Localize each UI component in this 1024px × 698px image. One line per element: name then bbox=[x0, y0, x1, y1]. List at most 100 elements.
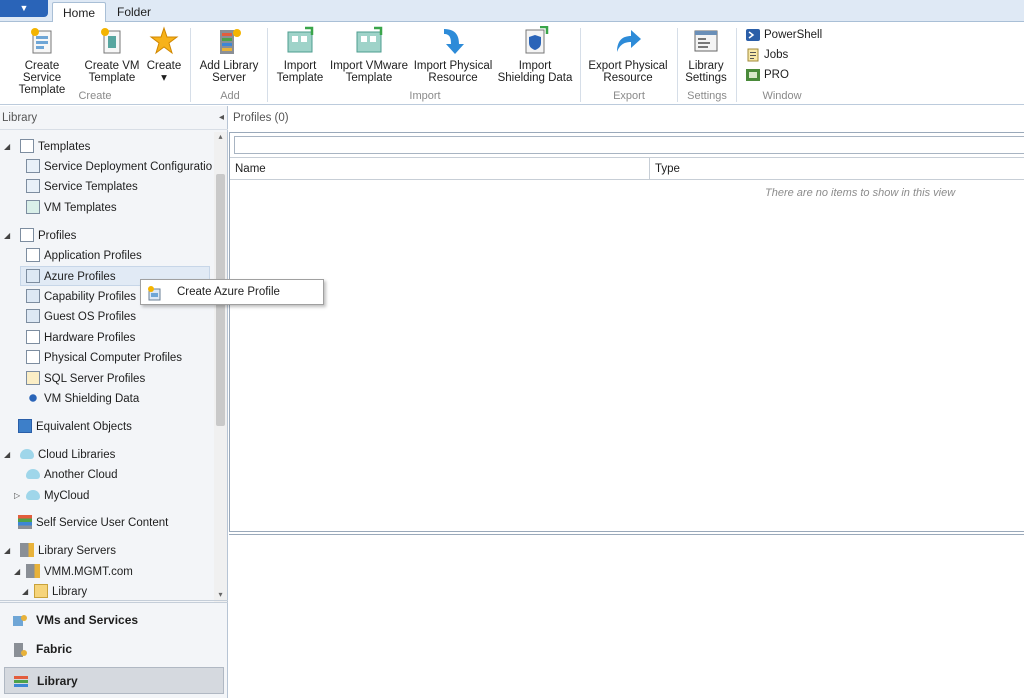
import-physical-resource-button[interactable]: Import Physical Resource bbox=[413, 26, 493, 84]
cloud-icon bbox=[26, 468, 40, 479]
pro-icon bbox=[746, 69, 760, 81]
tree-node-label: Equivalent Objects bbox=[36, 421, 132, 433]
column-header-name[interactable]: Name bbox=[230, 158, 650, 180]
tree-node-label: Another Cloud bbox=[44, 469, 118, 481]
collapse-pane-icon[interactable]: ◂ bbox=[219, 106, 224, 130]
group-separator bbox=[736, 28, 737, 102]
tree-node-service-templates[interactable]: Service Templates bbox=[26, 177, 138, 197]
import-template-icon bbox=[287, 26, 314, 53]
ribbon: Create Service Template Create VM Templa… bbox=[0, 22, 1024, 105]
tree-node-capability-profiles[interactable]: Capability Profiles bbox=[26, 287, 136, 307]
tree-node-equivalent-objects[interactable]: Equivalent Objects bbox=[18, 417, 132, 437]
collapsed-triangle-icon[interactable]: ▷ bbox=[14, 486, 22, 506]
workspace-fabric[interactable]: Fabric bbox=[4, 636, 224, 663]
file-menu-button[interactable]: ▼ bbox=[0, 0, 48, 17]
tree-node-another-cloud[interactable]: Another Cloud bbox=[26, 465, 118, 485]
tree-node-self-service-user-content[interactable]: Self Service User Content bbox=[18, 513, 168, 533]
tree-node-service-deployment-configurations[interactable]: Service Deployment Configuratio bbox=[26, 157, 212, 177]
expanded-triangle-icon[interactable]: ◢ bbox=[14, 562, 22, 582]
export-physical-resource-label-2: Resource bbox=[603, 72, 653, 84]
tree-node-label: Guest OS Profiles bbox=[44, 311, 137, 323]
tree-node-label: Self Service User Content bbox=[36, 517, 169, 529]
tree-scrollbar[interactable]: ▴ ▾ bbox=[214, 132, 227, 602]
import-template-button[interactable]: Import Template bbox=[273, 26, 327, 84]
server-icon bbox=[26, 564, 40, 578]
service-template-icon bbox=[26, 178, 40, 193]
tree-node-label: VM Shielding Data bbox=[44, 393, 140, 405]
tree-node-label: VM Templates bbox=[44, 202, 117, 214]
tree-node-physical-computer-profiles[interactable]: Physical Computer Profiles bbox=[26, 348, 182, 368]
powershell-icon bbox=[746, 29, 760, 41]
create-service-template-label-2: Template bbox=[18, 84, 66, 96]
jobs-button[interactable]: Jobs bbox=[746, 47, 788, 65]
expanded-triangle-icon[interactable]: ◢ bbox=[4, 445, 14, 465]
group-label-create: Create bbox=[78, 90, 112, 102]
shield-icon bbox=[26, 390, 40, 405]
expanded-triangle-icon[interactable]: ◢ bbox=[22, 582, 30, 602]
pro-button[interactable]: PRO bbox=[746, 67, 789, 85]
tab-folder[interactable]: Folder bbox=[107, 2, 161, 23]
tree-node-label: Profiles bbox=[38, 230, 77, 243]
create-vm-template-label-2: Template bbox=[88, 72, 136, 84]
tree-node-mycloud[interactable]: ▷ MyCloud bbox=[14, 486, 89, 506]
tree-node-library-servers[interactable]: ◢ Library Servers bbox=[4, 541, 116, 561]
profiles-grid: Name Type There are no items to show in … bbox=[229, 132, 1024, 532]
workspace-library[interactable]: Library bbox=[4, 667, 224, 694]
tree-node-label: Service Deployment Configuratio bbox=[44, 161, 213, 173]
tab-home[interactable]: Home bbox=[52, 2, 107, 23]
jobs-label: Jobs bbox=[764, 49, 789, 61]
expanded-triangle-icon[interactable]: ◢ bbox=[4, 226, 14, 246]
tree-node-guest-os-profiles[interactable]: Guest OS Profiles bbox=[26, 307, 136, 327]
library-settings-button[interactable]: Library Settings bbox=[682, 26, 730, 84]
view-title: Profiles (0) bbox=[233, 112, 289, 124]
vmm-console: ▼ Home Folder Create Service Template Cr… bbox=[0, 0, 1024, 698]
tree-node-label: Hardware Profiles bbox=[44, 332, 136, 344]
import-shielding-data-button[interactable]: Import Shielding Data bbox=[496, 26, 574, 84]
import-template-label-1: Import bbox=[283, 60, 317, 72]
tree-node-label: SQL Server Profiles bbox=[44, 373, 146, 385]
search-filter-input[interactable] bbox=[234, 136, 1024, 154]
tree-node-label: Cloud Libraries bbox=[38, 449, 116, 462]
workspace-label: VMs and Services bbox=[36, 613, 139, 627]
import-vmware-template-button[interactable]: Import VMware Template bbox=[328, 26, 410, 84]
library-settings-label-2: Settings bbox=[685, 72, 727, 84]
tree-node-vm-shielding-data[interactable]: VM Shielding Data bbox=[26, 389, 139, 409]
templates-folder-icon bbox=[20, 139, 34, 153]
tree-node-cloud-libraries[interactable]: ◢ Cloud Libraries bbox=[4, 445, 115, 465]
scroll-up-arrow-icon[interactable]: ▴ bbox=[216, 132, 225, 141]
group-label-settings: Settings bbox=[687, 90, 727, 102]
tree-node-templates[interactable]: ◢ Templates bbox=[4, 137, 90, 157]
tree-node-vmm-mgmt[interactable]: ◢ VMM.MGMT.com bbox=[14, 562, 133, 582]
tree-node-library-share[interactable]: ◢ Library bbox=[22, 582, 87, 602]
column-header-type[interactable]: Type bbox=[650, 158, 1024, 180]
vms-services-icon bbox=[13, 615, 27, 626]
tree-node-vm-templates[interactable]: VM Templates bbox=[26, 198, 117, 218]
group-label-export: Export bbox=[613, 90, 645, 102]
context-menu-item-create-azure-profile[interactable]: Create Azure Profile bbox=[177, 280, 280, 305]
navigation-pane-title: Library bbox=[2, 112, 38, 124]
expanded-triangle-icon[interactable]: ◢ bbox=[4, 541, 14, 561]
powershell-button[interactable]: PowerShell bbox=[746, 27, 822, 45]
hardware-profile-icon bbox=[26, 329, 40, 344]
tree-node-hardware-profiles[interactable]: Hardware Profiles bbox=[26, 328, 135, 348]
create-service-template-button[interactable]: Create Service Template bbox=[5, 26, 79, 96]
service-deployment-icon bbox=[26, 158, 40, 173]
expanded-triangle-icon[interactable]: ◢ bbox=[4, 137, 14, 157]
tree-node-profiles[interactable]: ◢ Profiles bbox=[4, 226, 76, 246]
tree-node-application-profiles[interactable]: Application Profiles bbox=[26, 246, 142, 266]
workspace-vms-and-services[interactable]: VMs and Services bbox=[4, 607, 224, 634]
group-separator bbox=[190, 28, 191, 102]
create-service-template-label-1: Create Service bbox=[22, 60, 62, 84]
create-vm-template-label-1: Create VM bbox=[84, 60, 140, 72]
guest-os-profile-icon bbox=[26, 308, 40, 323]
export-physical-resource-button[interactable]: Export Physical Resource bbox=[586, 26, 670, 84]
scroll-down-arrow-icon[interactable]: ▾ bbox=[216, 590, 225, 599]
tree-node-sql-server-profiles[interactable]: SQL Server Profiles bbox=[26, 369, 145, 389]
create-vm-template-button[interactable]: Create VM Template bbox=[84, 26, 140, 84]
create-label: Create bbox=[146, 60, 182, 72]
add-library-server-button[interactable]: Add Library Server bbox=[196, 26, 262, 84]
profiles-icon bbox=[20, 228, 34, 242]
import-shielding-data-label-1: Import bbox=[518, 60, 552, 72]
create-dropdown-button[interactable]: Create ▾ bbox=[145, 26, 183, 84]
tree-node-label: Physical Computer Profiles bbox=[44, 352, 183, 364]
